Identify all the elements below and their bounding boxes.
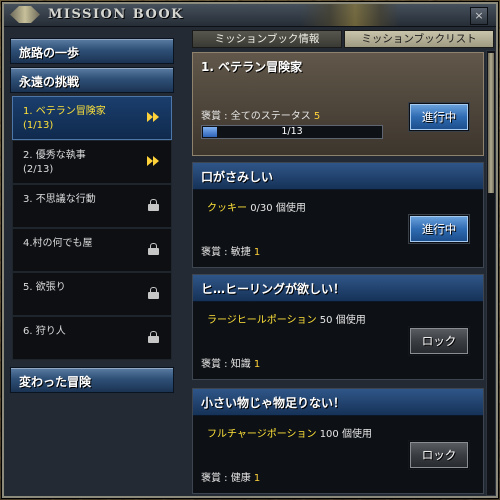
mission-list: 1. ベテラン冒険家 褒賞 : 全てのステータス 5 1/13 進行中 口がさみ… <box>192 50 484 500</box>
reward-value: 1 <box>253 247 261 258</box>
mission-title: 小さい物じゃ物足りない！ <box>201 396 346 410</box>
sidebar-item-label: 1. ベテラン冒険家 (1/13) <box>23 106 106 131</box>
mission-reward: 褒賞 : 健康 1 <box>201 469 260 484</box>
mission-requirement: フルチャージポーション 100 個使用 <box>207 425 372 440</box>
requirement-count: 50 個使用 <box>319 315 366 326</box>
tab-mission-book-info[interactable]: ミッションブック情報 <box>192 30 342 48</box>
sidebar-item-hunter[interactable]: 6. 狩り人 <box>12 316 172 360</box>
mission-card-header: 口がさみしい <box>193 163 483 190</box>
requirement-count: 0/30 個使用 <box>250 203 306 214</box>
reward-value: 1 <box>253 473 261 484</box>
in-progress-button[interactable]: 進行中 <box>409 103 469 131</box>
tab-mission-book-list[interactable]: ミッションブックリスト <box>344 30 494 48</box>
category-eternal-challenge[interactable]: 永遠の挑戦 <box>10 67 174 93</box>
category-journey-first-step[interactable]: 旅路の一歩 <box>10 38 174 64</box>
locked-button[interactable]: ロック <box>409 441 469 469</box>
mission-card: 口がさみしい クッキー 0/30 個使用 褒賞 : 敏捷 1 進行中 <box>192 162 484 268</box>
titlebar-ornament <box>300 4 400 26</box>
reward-label: 褒賞 : 知識 <box>201 359 251 370</box>
mission-card: 1. ベテラン冒険家 褒賞 : 全てのステータス 5 1/13 進行中 <box>192 52 484 156</box>
category-label: 変わった冒険 <box>19 375 92 389</box>
mission-requirement: ラージヒールポーション 50 個使用 <box>207 311 366 326</box>
lock-icon <box>148 287 159 299</box>
category-unusual-adventure[interactable]: 変わった冒険 <box>10 367 174 393</box>
close-button[interactable]: × <box>470 7 488 25</box>
mission-reward: 褒賞 : 知識 1 <box>201 355 260 370</box>
requirement-item: ラージヒールポーション <box>207 315 317 326</box>
reward-value: 1 <box>253 359 261 370</box>
titlebar[interactable]: MISSION BOOK × <box>4 4 496 27</box>
sidebar: 旅路の一歩 永遠の挑戦 1. ベテラン冒険家 (1/13) 2. 優秀な執事 (… <box>10 30 174 494</box>
mission-title: 1. ベテラン冒険家 <box>201 60 303 74</box>
lock-icon <box>148 199 159 211</box>
scrollbar-thumb[interactable] <box>488 53 494 193</box>
emblem-icon <box>10 6 40 23</box>
lock-icon <box>148 331 159 343</box>
play-icon <box>147 112 161 122</box>
mission-book-window: MISSION BOOK × 旅路の一歩 永遠の挑戦 1. ベテラン冒険家 (1… <box>2 2 498 498</box>
requirement-count: 100 個使用 <box>319 429 372 440</box>
mission-requirement: クッキー 0/30 個使用 <box>207 199 306 214</box>
reward-value: 5 <box>313 111 321 122</box>
sidebar-item-greedy[interactable]: 5. 欲張り <box>12 272 172 316</box>
requirement-item: フルチャージポーション <box>207 429 317 440</box>
sidebar-item-strange-behavior[interactable]: 3. 不思議な行動 <box>12 184 172 228</box>
requirement-item: クッキー <box>207 203 247 214</box>
sidebar-item-veteran-adventurer[interactable]: 1. ベテラン冒険家 (1/13) <box>12 96 172 140</box>
mission-reward: 褒賞 : 全てのステータス 5 <box>201 107 320 122</box>
sidebar-item-label: 3. 不思議な行動 <box>23 194 96 205</box>
lock-icon <box>148 243 159 255</box>
mission-card-header: 1. ベテラン冒険家 <box>193 53 483 79</box>
reward-label: 褒賞 : 敏捷 <box>201 247 251 258</box>
sidebar-item-village-handyman[interactable]: 4.村の何でも屋 <box>12 228 172 272</box>
mission-title: ヒ…ヒーリングが欲しい！ <box>201 282 346 296</box>
mission-title: 口がさみしい <box>201 170 274 184</box>
locked-button[interactable]: ロック <box>409 327 469 355</box>
play-icon <box>147 156 161 166</box>
sidebar-item-label: 6. 狩り人 <box>23 326 66 337</box>
mission-list-scrollbar[interactable] <box>486 50 496 496</box>
reward-label: 褒賞 : 全てのステータス <box>201 111 311 122</box>
progress-text: 1/13 <box>281 126 303 137</box>
sidebar-item-label: 2. 優秀な執事 (2/13) <box>23 150 86 175</box>
sidebar-item-label: 5. 欲張り <box>23 282 66 293</box>
mission-progress-bar: 1/13 <box>201 125 383 139</box>
reward-label: 褒賞 : 健康 <box>201 473 251 484</box>
category-label: 旅路の一歩 <box>19 46 80 60</box>
sidebar-item-label: 4.村の何でも屋 <box>23 238 93 249</box>
sidebar-item-excellent-butler[interactable]: 2. 優秀な執事 (2/13) <box>12 140 172 184</box>
mission-reward: 褒賞 : 敏捷 1 <box>201 243 260 258</box>
in-progress-button[interactable]: 進行中 <box>409 215 469 243</box>
mission-card-header: 小さい物じゃ物足りない！ <box>193 389 483 416</box>
mission-card: 小さい物じゃ物足りない！ フルチャージポーション 100 個使用 褒賞 : 健康… <box>192 388 484 494</box>
mission-card: ヒ…ヒーリングが欲しい！ ラージヒールポーション 50 個使用 褒賞 : 知識 … <box>192 274 484 380</box>
mission-card-header: ヒ…ヒーリングが欲しい！ <box>193 275 483 302</box>
window-title: MISSION BOOK <box>48 7 184 22</box>
category-label: 永遠の挑戦 <box>19 75 80 89</box>
